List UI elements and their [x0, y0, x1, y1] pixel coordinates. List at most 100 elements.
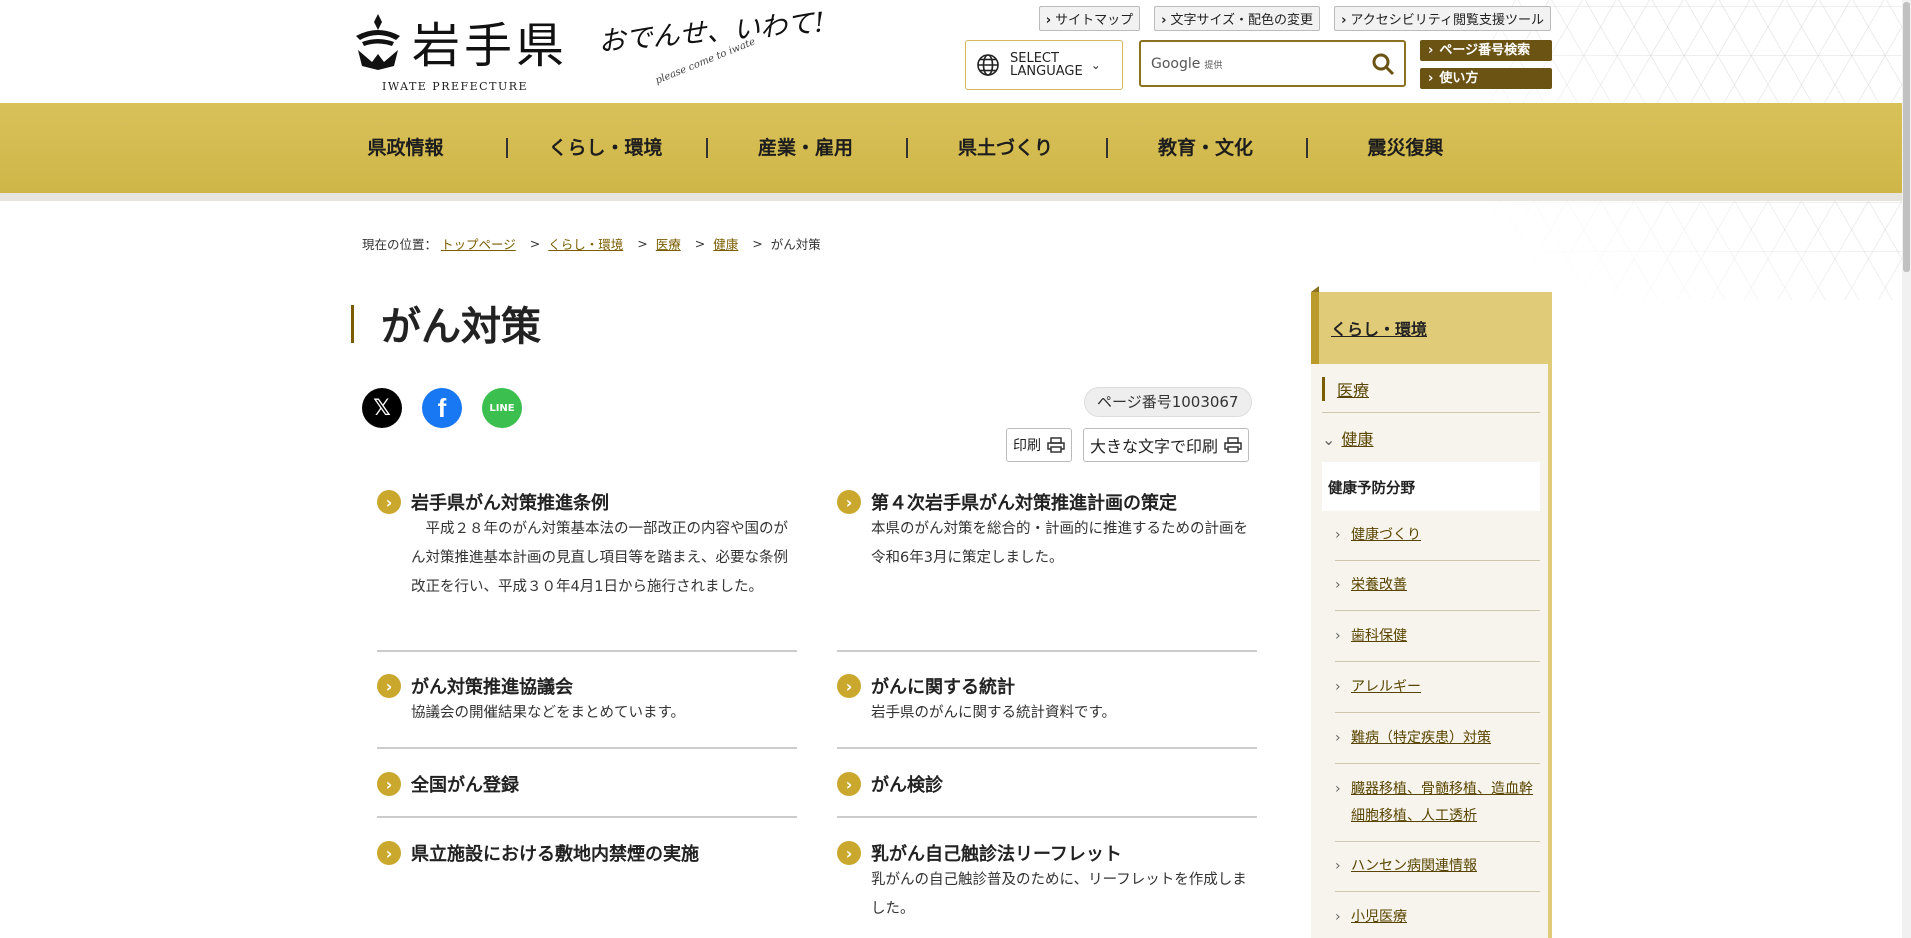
nav-disaster-recovery[interactable]: 震災復興 — [1305, 103, 1506, 193]
item-link-screening[interactable]: がん検診 — [871, 771, 943, 797]
how-to-use-button[interactable]: 使い方 — [1420, 68, 1552, 89]
language-select[interactable]: SELECT LANGUAGE ⌄ — [965, 40, 1123, 90]
arrow-right-icon: › — [837, 772, 861, 796]
arrow-right-icon: › — [377, 674, 401, 698]
sidebar-item-nutrition[interactable]: 栄養改善 — [1335, 572, 1540, 599]
divider — [1335, 763, 1540, 764]
accessibility-tool-link[interactable]: アクセシビリティ閲覧支援ツール — [1334, 6, 1551, 31]
sidebar-item-label[interactable]: 医療 — [1337, 381, 1369, 400]
sidebar-item-label[interactable]: アレルギー — [1351, 679, 1421, 695]
divider — [1335, 560, 1540, 561]
item-link-council[interactable]: がん対策推進協議会 — [411, 673, 573, 699]
nav-shadow — [0, 193, 1911, 201]
sidebar-item-medical[interactable]: 医療 — [1322, 377, 1540, 401]
list-item: › 乳がん自己触診法リーフレット 乳がんの自己触診普及のために、リーフレットを作成… — [837, 840, 1257, 924]
title-accent — [351, 305, 354, 343]
item-link-ordinance[interactable]: 岩手県がん対策推進条例 — [411, 489, 609, 515]
sidebar-item-transplant[interactable]: 臓器移植、骨髄移植、造血幹細胞移植、人工透析 — [1335, 776, 1540, 830]
sidebar-category: 健康予防分野 — [1322, 462, 1540, 511]
arrow-right-icon: › — [837, 490, 861, 514]
line-share-icon[interactable]: LINE — [482, 388, 522, 428]
search-icon — [1372, 53, 1395, 75]
divider — [1335, 891, 1540, 892]
item-link-plan[interactable]: 第４次岩手県がん対策推進計画の策定 — [871, 489, 1177, 515]
chevron-down-icon: ⌄ — [1322, 430, 1336, 449]
divider — [377, 816, 797, 818]
large-print-label: 大きな文字で印刷 — [1090, 437, 1219, 456]
divider — [377, 747, 797, 749]
item-link-leaflet[interactable]: 乳がん自己触診法リーフレット — [871, 840, 1122, 866]
breadcrumb-medical[interactable]: 医療 — [656, 234, 681, 253]
divider — [837, 650, 1257, 652]
breadcrumb: 現在の位置： トップページ > くらし・環境 > 医療 > 健康 > がん対策 — [362, 234, 821, 253]
x-share-icon[interactable]: 𝕏 — [362, 388, 402, 428]
item-desc: 乳がんの自己触診普及のために、リーフレットを作成しました。 — [871, 872, 1247, 917]
sidebar-item-dental[interactable]: 歯科保健 — [1335, 623, 1540, 650]
sidebar-item-label[interactable]: 難病（特定疾患）対策 — [1351, 730, 1491, 746]
page-title: がん対策 — [381, 304, 541, 350]
divider — [1335, 661, 1540, 662]
list-item: › 岩手県がん対策推進条例 平成２８年のがん対策基本法の一部改正の内容や国のがん対… — [377, 489, 797, 602]
sitemap-link[interactable]: サイトマップ — [1038, 6, 1141, 31]
sidebar-item-health-promotion[interactable]: 健康づくり — [1335, 522, 1540, 549]
sidebar-item-label[interactable]: 健康 — [1341, 430, 1373, 449]
slogan: おでんせ、いわて! — [597, 7, 827, 58]
sns-share: 𝕏 f LINE — [362, 388, 522, 428]
divider — [377, 650, 797, 652]
sidebar-item-label[interactable]: 臓器移植、骨髄移植、造血幹細胞移植、人工透析 — [1351, 781, 1533, 824]
divider — [837, 747, 1257, 749]
page-number-search-button[interactable]: ページ番号検索 — [1420, 40, 1552, 61]
sidebar-item-intractable-disease[interactable]: 難病（特定疾患）対策 — [1335, 725, 1540, 752]
list-item: › 全国がん登録 — [377, 771, 797, 797]
printer-icon — [1224, 437, 1242, 453]
sidebar-item-label[interactable]: 小児医療 — [1351, 909, 1407, 925]
sidebar-item-label[interactable]: 健康づくり — [1351, 527, 1421, 543]
arrow-right-icon: › — [837, 841, 861, 865]
sidebar-item-health[interactable]: ⌄ 健康 — [1322, 426, 1540, 450]
divider — [1335, 841, 1540, 842]
site-logo[interactable]: 岩手県 — [352, 6, 568, 76]
scrollbar[interactable] — [1902, 0, 1911, 938]
sidebar-heading-link[interactable]: くらし・環境 — [1331, 320, 1427, 339]
nav-prefectural-info[interactable]: 県政情報 — [306, 103, 506, 193]
sidebar-item-label[interactable]: ハンセン病関連情報 — [1351, 858, 1477, 874]
print-label: 印刷 — [1013, 438, 1041, 454]
breadcrumb-top[interactable]: トップページ — [441, 234, 516, 253]
item-desc: 協議会の開催結果などをまとめています。 — [411, 705, 686, 721]
item-link-registry[interactable]: 全国がん登録 — [411, 771, 519, 797]
sidebar-item-pediatric[interactable]: 小児医療 — [1335, 904, 1540, 931]
item-link-statistics[interactable]: がんに関する統計 — [871, 673, 1015, 699]
print-button[interactable]: 印刷 — [1006, 428, 1072, 462]
breadcrumb-health[interactable]: 健康 — [713, 234, 738, 253]
nav-industry-employment[interactable]: 産業・雇用 — [705, 103, 906, 193]
nav-living-environment[interactable]: くらし・環境 — [505, 103, 706, 193]
sidebar-panel — [1311, 364, 1552, 938]
sidebar-heading[interactable]: くらし・環境 — [1311, 286, 1552, 364]
sidebar-item-label[interactable]: 歯科保健 — [1351, 628, 1407, 644]
arrow-right-icon: › — [377, 490, 401, 514]
site-header: 岩手県 IWATE PREFECTURE おでんせ、いわて! please co… — [0, 0, 1911, 300]
breadcrumb-living[interactable]: くらし・環境 — [548, 234, 623, 253]
language-label: SELECT LANGUAGE — [1010, 51, 1083, 79]
sidebar-item-allergy[interactable]: アレルギー — [1335, 674, 1540, 701]
divider — [1335, 610, 1540, 611]
breadcrumb-current: がん対策 — [770, 237, 821, 252]
sidebar-item-label[interactable]: 栄養改善 — [1351, 577, 1407, 593]
scrollbar-thumb[interactable] — [1903, 2, 1910, 272]
divider — [1335, 712, 1540, 713]
prefecture-emblem-icon — [356, 14, 400, 70]
search-input[interactable]: Google 提供 — [1151, 56, 1362, 72]
printer-icon — [1047, 437, 1065, 453]
sidebar-item-hansen[interactable]: ハンセン病関連情報 — [1335, 853, 1540, 880]
item-link-smoking-ban[interactable]: 県立施設における敷地内禁煙の実施 — [411, 840, 699, 866]
text-size-color-link[interactable]: 文字サイズ・配色の変更 — [1154, 6, 1321, 31]
nav-land-development[interactable]: 県土づくり — [905, 103, 1106, 193]
list-item: › がんに関する統計 岩手県のがんに関する統計資料です。 — [837, 673, 1257, 728]
divider — [1322, 412, 1540, 413]
facebook-share-icon[interactable]: f — [422, 388, 462, 428]
nav-education-culture[interactable]: 教育・文化 — [1105, 103, 1306, 193]
site-name-en: IWATE PREFECTURE — [382, 80, 529, 93]
arrow-right-icon: › — [377, 772, 401, 796]
large-print-button[interactable]: 大きな文字で印刷 — [1083, 428, 1250, 462]
search-button[interactable] — [1362, 42, 1404, 85]
